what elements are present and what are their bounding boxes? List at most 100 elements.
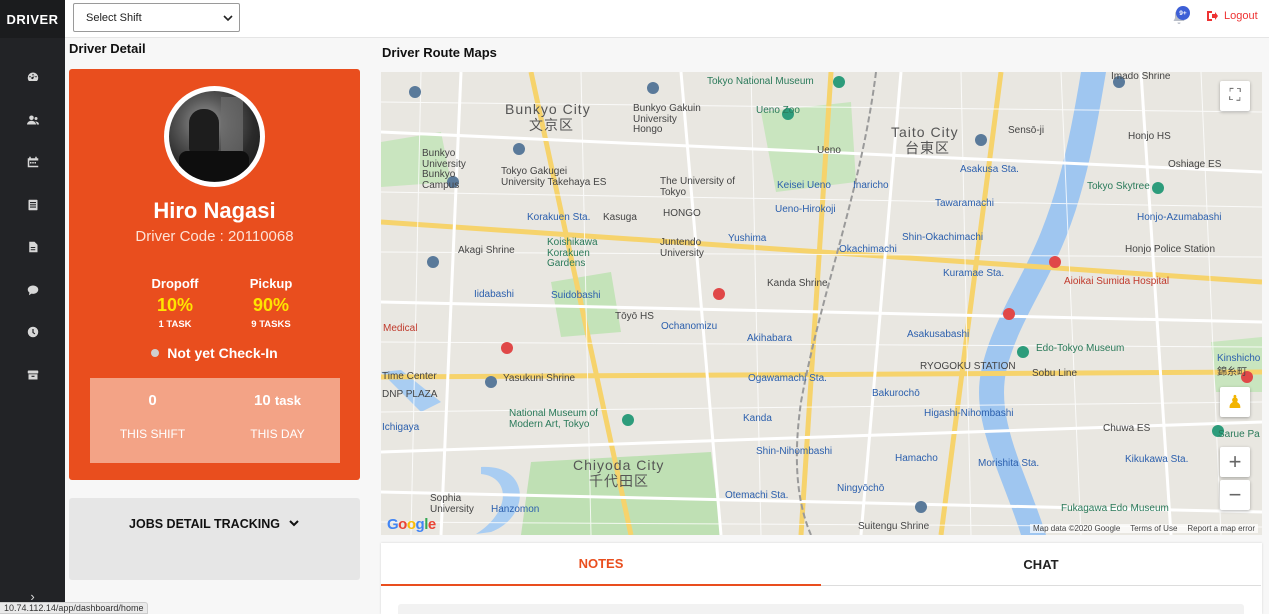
map-label-suidobashi: Suidobashi xyxy=(551,290,601,301)
jobs-tracking-toggle[interactable]: JOBS DETAIL TRACKING xyxy=(69,517,360,531)
map-label-okachimachi: Okachimachi xyxy=(839,244,897,255)
this-day-count: 10 task xyxy=(215,392,340,409)
sidebar-item-clock[interactable] xyxy=(0,311,65,354)
map-label-akagi: Akagi Shrine xyxy=(458,245,515,256)
tab-chat[interactable]: CHAT xyxy=(821,543,1261,586)
pickup-tasks: 9 TASKS xyxy=(251,319,291,330)
map-attribution: Map data ©2020 Google Terms of Use Repor… xyxy=(1029,524,1258,533)
map-label-yasukuni: Yasukuni Shrine xyxy=(503,373,576,384)
tab-notes[interactable]: NOTES xyxy=(381,543,821,586)
notes-content xyxy=(398,604,1244,614)
map-label-yushima: Yushima xyxy=(728,233,767,244)
map-label-higashi: Higashi-Nihombashi xyxy=(924,408,1014,419)
map-label-tokyo-gakugei: Tokyo Gakugei University Takehaya ES xyxy=(501,166,607,188)
status-dot-icon xyxy=(151,349,160,357)
this-day-number: 10 xyxy=(254,392,271,409)
map-label-honjo-hs: Honjo HS xyxy=(1128,131,1171,142)
driver-detail-title: Driver Detail xyxy=(69,41,146,56)
sidebar-item-calendar[interactable] xyxy=(0,141,65,184)
map-label-ryogoku: RYOGOKU STATION xyxy=(920,361,1016,372)
dashboard-icon xyxy=(27,72,38,82)
driver-code: Driver Code : 20110068 xyxy=(135,228,294,245)
map-label-inaricho: Inaricho xyxy=(853,180,889,191)
map-label-hongo: HONGO xyxy=(663,208,701,219)
route-map-title: Driver Route Maps xyxy=(382,45,497,60)
shift-select[interactable]: Select Shift xyxy=(73,3,240,32)
pickup-value: 90% xyxy=(252,295,290,315)
map-label-dnp: DNP PLAZA xyxy=(382,389,438,400)
logout-label: Logout xyxy=(1224,10,1258,22)
map-label-bunkyo-jp: 文京区 xyxy=(529,117,574,133)
map-data-text: Map data ©2020 Google xyxy=(1032,524,1121,533)
sidebar-item-chat[interactable] xyxy=(0,269,65,312)
chat-icon xyxy=(27,285,38,295)
map-label-hanzomon: Hanzomon xyxy=(491,504,540,515)
pickup-stat: Pickup 90% 9 TASKS xyxy=(216,276,326,330)
logout-icon xyxy=(1207,11,1218,21)
map-label-honjo: Honjo Police Station xyxy=(1125,244,1216,255)
terms-link[interactable]: Terms of Use xyxy=(1130,524,1177,533)
notes-chat-panel: NOTES CHAT xyxy=(381,543,1262,614)
driver-name: Hiro Nagasi xyxy=(153,198,276,223)
brand-logo[interactable]: DRIVER xyxy=(0,0,65,38)
map-label-ogawamachi: Ogawamachi Sta. xyxy=(748,373,827,384)
this-shift-label: THIS SHIFT xyxy=(119,427,186,441)
map-label-suitengu: Suitengu Shrine xyxy=(858,521,930,532)
map-label-kanda-shrine: Kanda Shrine xyxy=(767,278,828,289)
map-label-kuramae: Kuramae Sta. xyxy=(943,268,1005,279)
sidebar-nav xyxy=(0,56,65,396)
map-label-honjo-azumabashi: Honjo-Azumabashi xyxy=(1137,212,1222,223)
map-label-tawaramachi: Tawaramachi xyxy=(935,198,994,209)
logout-link[interactable]: Logout xyxy=(1206,10,1258,22)
map-label-bunkyo: Bunkyo City xyxy=(505,101,591,117)
map-label-medical: Medical xyxy=(383,323,418,334)
browser-status-url: 10.74.112.14/app/dashboard/home xyxy=(0,602,149,614)
dropoff-stat: Dropoff 10% 1 TASK xyxy=(120,276,230,330)
map-label-sophia: Sophia University xyxy=(430,493,474,515)
archive-icon xyxy=(27,370,38,380)
map-label-kikukawa: Kikukawa Sta. xyxy=(1125,454,1189,465)
map-label-kanda: Kanda xyxy=(743,413,772,424)
dropoff-label: Dropoff xyxy=(151,276,199,291)
map-label-national-museum: National Museum of Modern Art, Tokyo xyxy=(509,408,598,430)
notification-badge: 9+ xyxy=(1176,6,1190,20)
checkin-status: Not yet Check-In xyxy=(69,345,360,361)
sidebar-item-users[interactable] xyxy=(0,99,65,142)
map-label-imado: Imado Shrine xyxy=(1111,72,1171,82)
map-label-iidabashi: Iidabashi xyxy=(474,289,515,300)
sidebar-item-list[interactable] xyxy=(0,184,65,227)
jobs-detail-tracking[interactable]: JOBS DETAIL TRACKING xyxy=(69,498,360,580)
street-view-button[interactable]: ♟ xyxy=(1220,387,1250,417)
map-label-sobu: Sobu Line xyxy=(1032,368,1078,379)
fullscreen-icon: ⛶ xyxy=(1229,87,1241,104)
chevron-down-icon xyxy=(289,520,299,527)
sidebar-item-file[interactable] xyxy=(0,226,65,269)
sidebar-item-dashboard[interactable] xyxy=(0,56,65,99)
map-label-senso: Sensō-ji xyxy=(1008,125,1045,136)
map-label-kinshicho-jp: 錦糸町 xyxy=(1217,367,1247,378)
sidebar-item-archive[interactable] xyxy=(0,354,65,397)
zoom-in-button[interactable]: + xyxy=(1220,447,1250,477)
map-label-time-center: Time Center xyxy=(382,371,437,382)
map-label-juntendo: Juntendo University xyxy=(660,237,704,259)
map-label-chiyoda-jp: 千代田区 xyxy=(589,473,649,489)
map-label-shin-okachimachi: Shin-Okachimachi xyxy=(902,232,984,243)
this-day-counter: 10 task THIS DAY xyxy=(215,378,340,463)
topbar: Select Shift 9+ Logout xyxy=(65,0,1269,38)
map-label-asakusabashi: Asakusabashi xyxy=(907,329,970,340)
map-label-chiyoda: Chiyoda City xyxy=(573,457,665,473)
map-label-ueno-zoo: Ueno Zoo xyxy=(756,105,800,116)
map-label-bunkyo-gakuin: Bunkyo Gakuin University Hongo xyxy=(633,103,701,135)
map-label-ochanomizu: Ochanomizu xyxy=(661,321,718,332)
map-label-sarue: Sarue Pa xyxy=(1218,429,1260,440)
map-label-otemachi: Otemachi Sta. xyxy=(725,490,789,501)
route-map[interactable]: Bunkyo City 文京区 Taito City 台東区 Chiyoda C… xyxy=(381,72,1262,535)
zoom-out-button[interactable]: − xyxy=(1220,480,1250,510)
report-error-link[interactable]: Report a map error xyxy=(1187,524,1255,533)
map-label-tokyo-museum: Tokyo National Museum xyxy=(707,76,814,87)
map-label-koishikawa: Koishikawa Korakuen Gardens xyxy=(547,237,598,269)
map-label-kinshicho: Kinshicho xyxy=(1217,353,1261,364)
fullscreen-button[interactable]: ⛶ xyxy=(1220,81,1250,111)
map-label-bunkyo-univ: Bunkyo University Bunkyo Campus xyxy=(422,148,466,191)
shift-select-value: Select Shift xyxy=(86,11,142,24)
